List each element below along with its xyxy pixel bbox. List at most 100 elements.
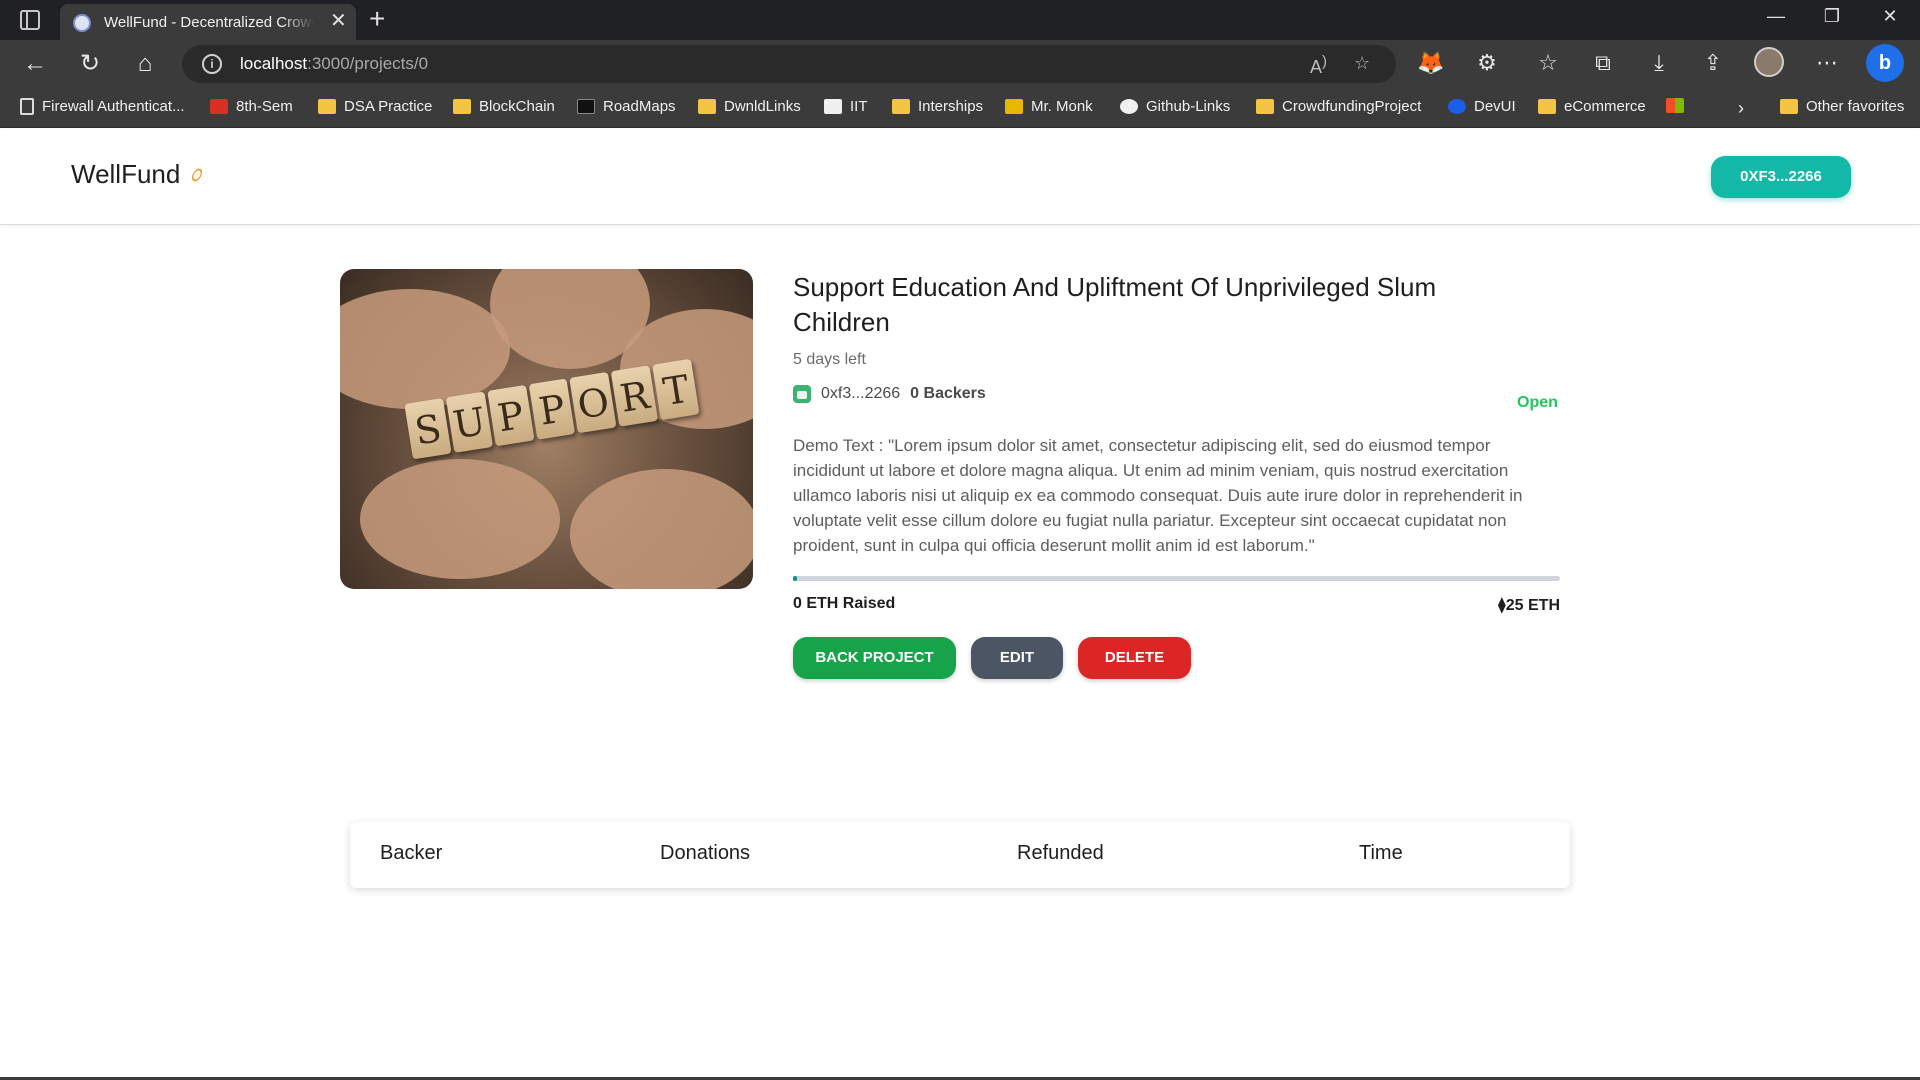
bookmark-other-favorites[interactable]: Other favorites [1780,98,1904,115]
tab-close-icon[interactable]: ✕ [330,11,347,31]
bookmark-label: 8th-Sem [236,98,293,115]
bookmark-roadmaps[interactable]: RoadMaps [577,98,676,115]
bookmarks-bar: Firewall Authenticat... 8th-Sem DSA Prac… [0,88,1920,128]
column-header-backer: Backer [380,842,443,864]
folder-icon [892,99,910,114]
back-arrow-icon[interactable]: ← [20,50,50,78]
profile-avatar[interactable] [1754,47,1784,77]
new-tab-button[interactable]: + [369,4,385,34]
address-bar[interactable]: i localhost:3000/projects/0 A) ☆ [182,45,1396,83]
status-badge: Open [1517,394,1558,411]
address-url[interactable]: localhost:3000/projects/0 [240,54,428,74]
target-amount: 25 ETH [1505,597,1560,614]
site-info-icon[interactable]: i [202,54,222,74]
brand-link[interactable]: WellFund [71,159,205,190]
folder-icon [1256,99,1274,114]
bookmark-blockchain[interactable]: BlockChain [453,98,555,115]
letter-block: P [528,378,576,440]
bookmark-label: CrowdfundingProject [1282,98,1422,115]
iit-icon [824,99,842,114]
refresh-icon[interactable]: ↻ [75,50,105,78]
backers-count: 0 Backers [910,385,986,402]
bookmark-microsoft[interactable] [1666,98,1684,113]
bookmark-label: DSA Practice [344,98,433,115]
edit-button[interactable]: EDIT [971,637,1063,679]
bookmark-github-links[interactable]: Github-Links [1120,98,1230,115]
bookmark-label: RoadMaps [603,98,676,115]
page-icon [20,98,34,115]
owner-row: 0xf3...2266 0 Backers [793,385,986,403]
folder-icon [698,99,716,114]
minimize-icon[interactable]: — [1756,6,1796,27]
bing-copilot-icon[interactable]: b [1866,44,1904,82]
bookmarks-overflow-chevron-icon[interactable]: › [1738,98,1744,119]
bookmark-crowdfundingproject[interactable]: CrowdfundingProject [1256,98,1421,115]
project-image: S U P P O R T [340,269,753,589]
folder-icon [1538,99,1556,114]
github-icon [1120,99,1138,114]
roadmap-icon [577,99,595,114]
collections-icon[interactable]: ⧉ [1588,49,1618,77]
more-menu-icon[interactable]: ⋯ [1812,49,1842,77]
pdf-icon [210,99,228,114]
bookmark-label: BlockChain [479,98,555,115]
bookmark-interships[interactable]: Interships [892,98,983,115]
browser-tab-active[interactable]: WellFund - Decentralized Crowdfunding ✕ [60,4,356,40]
read-aloud-icon[interactable]: A) [1310,53,1327,78]
home-icon[interactable]: ⌂ [130,50,160,78]
bookmark-devui[interactable]: DevUI [1448,98,1516,115]
bookmark-label: Firewall Authenticat... [42,98,185,115]
window-close-icon[interactable]: ✕ [1870,6,1910,27]
browser-toolbar: ← ↻ ⌂ i localhost:3000/projects/0 A) ☆ 🦊… [0,40,1920,88]
letter-block: U [445,391,493,453]
bookmark-label: eCommerce [1564,98,1646,115]
bookmark-label: DwnldLinks [724,98,801,115]
bookmark-label: DevUI [1474,98,1516,115]
bookmark-dsa-practice[interactable]: DSA Practice [318,98,432,115]
bookmark-firewall[interactable]: Firewall Authenticat... [20,98,185,115]
days-left: 5 days left [793,351,866,368]
letter-block: O [569,371,617,434]
address-host: localhost [240,54,308,73]
bookmark-dwnldlinks[interactable]: DwnldLinks [698,98,801,115]
folder-icon [1780,99,1798,114]
extensions-icon[interactable]: ⚙ [1472,49,1502,77]
project-description: Demo Text : "Lorem ipsum dolor sit amet,… [793,436,1523,555]
bookmark-ecommerce[interactable]: eCommerce [1538,98,1646,115]
hand-shape [360,459,560,579]
add-favorite-icon[interactable]: ☆ [1354,53,1370,74]
bookmark-label: Mr. Monk [1031,98,1093,115]
bookmark-label: IIT [850,98,868,115]
connected-wallet-button[interactable]: 0XF3...2266 [1711,156,1851,198]
tab-actions-icon[interactable] [20,10,40,30]
amount-raised: 0 ETH Raised [793,595,896,612]
funding-target: ⧫25 ETH [1494,595,1560,615]
bookmark-mr-monk[interactable]: Mr. Monk [1005,98,1093,115]
identicon-icon [793,385,811,403]
link-icon [190,166,205,183]
bookmark-label: Github-Links [1146,98,1231,115]
back-project-button[interactable]: BACK PROJECT [793,637,956,679]
devui-icon [1448,99,1466,114]
browser-titlebar: WellFund - Decentralized Crowdfunding ✕ … [0,0,1920,40]
metamask-extension-icon[interactable]: 🦊 [1416,49,1446,77]
hand-shape [570,469,753,589]
funding-progress-bar [793,576,1560,581]
bookmark-8th-sem[interactable]: 8th-Sem [210,98,293,115]
owner-address[interactable]: 0xf3...2266 [821,385,900,403]
delete-button[interactable]: DELETE [1078,637,1191,679]
project-title: Support Education And Upliftment Of Unpr… [793,272,1437,337]
downloads-icon[interactable]: ⤓ [1644,49,1674,77]
share-icon[interactable]: ⇪ [1698,49,1728,77]
ethereum-favicon-icon [73,14,91,32]
letter-block: R [611,365,659,427]
app-navbar: WellFund 0XF3...2266 [0,129,1920,225]
letter-block: S [404,398,452,460]
column-header-time: Time [1359,842,1403,864]
favorites-icon[interactable]: ☆ [1533,49,1563,77]
restore-icon[interactable]: ❐ [1812,6,1852,27]
bookmark-iit[interactable]: IIT [824,98,868,115]
page-viewport: WellFund 0XF3...2266 S U P P O R T Suppo… [0,129,1920,1080]
microsoft-icon [1666,98,1684,113]
bookmark-label: Other favorites [1806,98,1905,115]
